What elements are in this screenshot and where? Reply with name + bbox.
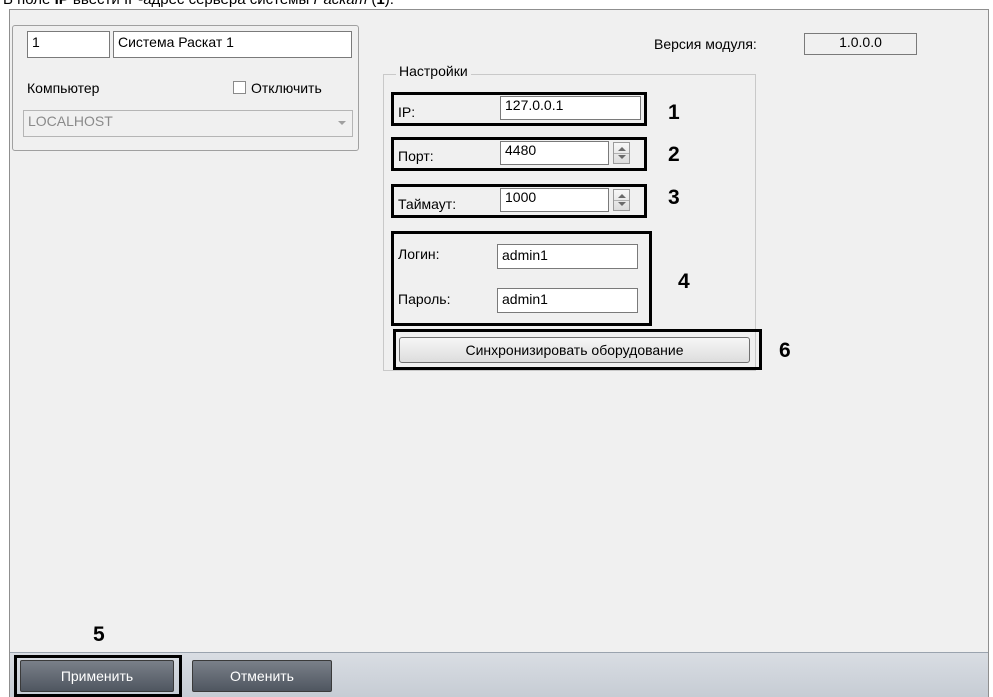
disable-label: Отключить xyxy=(251,80,322,96)
object-name-field[interactable]: Система Раскат 1 xyxy=(113,31,352,58)
callout-5: 5 xyxy=(93,623,105,646)
ip-label: IP: xyxy=(398,104,416,120)
password-label: Пароль: xyxy=(398,291,451,307)
login-input[interactable]: admin1 xyxy=(497,244,638,269)
object-id-field[interactable]: 1 xyxy=(27,31,110,58)
port-label: Порт: xyxy=(398,148,434,164)
port-input[interactable]: 4480 xyxy=(500,141,609,165)
stepper-divider xyxy=(614,200,629,201)
callout-4: 4 xyxy=(678,270,690,293)
disable-checkbox[interactable] xyxy=(233,81,246,94)
callout-2: 2 xyxy=(668,143,680,166)
port-stepper[interactable] xyxy=(613,142,630,164)
callout-1: 1 xyxy=(668,101,680,124)
timeout-stepper[interactable] xyxy=(613,189,630,211)
instruction-text: В поле IP ввести IP-адрес сервера систем… xyxy=(3,0,993,9)
stepper-down-icon xyxy=(618,155,626,159)
sync-equipment-button[interactable]: Синхронизировать оборудование xyxy=(399,337,750,363)
chevron-down-icon xyxy=(338,121,346,125)
computer-select-value: LOCALHOST xyxy=(28,113,113,129)
timeout-input[interactable]: 1000 xyxy=(500,188,609,212)
ip-input[interactable]: 127.0.0.1 xyxy=(500,96,641,120)
version-label: Версия модуля: xyxy=(654,36,757,52)
timeout-label: Таймаут: xyxy=(398,196,457,212)
stepper-divider xyxy=(614,153,629,154)
apply-button[interactable]: Применить xyxy=(20,660,174,692)
stepper-down-icon xyxy=(618,202,626,206)
login-label: Логин: xyxy=(398,246,440,262)
callout-3: 3 xyxy=(668,186,680,209)
cancel-button[interactable]: Отменить xyxy=(192,660,332,692)
settings-group-title: Настройки xyxy=(396,63,471,79)
computer-select[interactable]: LOCALHOST xyxy=(23,110,353,137)
password-input[interactable]: admin1 xyxy=(497,288,638,313)
callout-6: 6 xyxy=(779,339,791,362)
computer-label: Компьютер xyxy=(27,80,100,96)
stepper-up-icon xyxy=(618,147,626,151)
stepper-up-icon xyxy=(618,194,626,198)
version-field: 1.0.0.0 xyxy=(804,33,917,55)
